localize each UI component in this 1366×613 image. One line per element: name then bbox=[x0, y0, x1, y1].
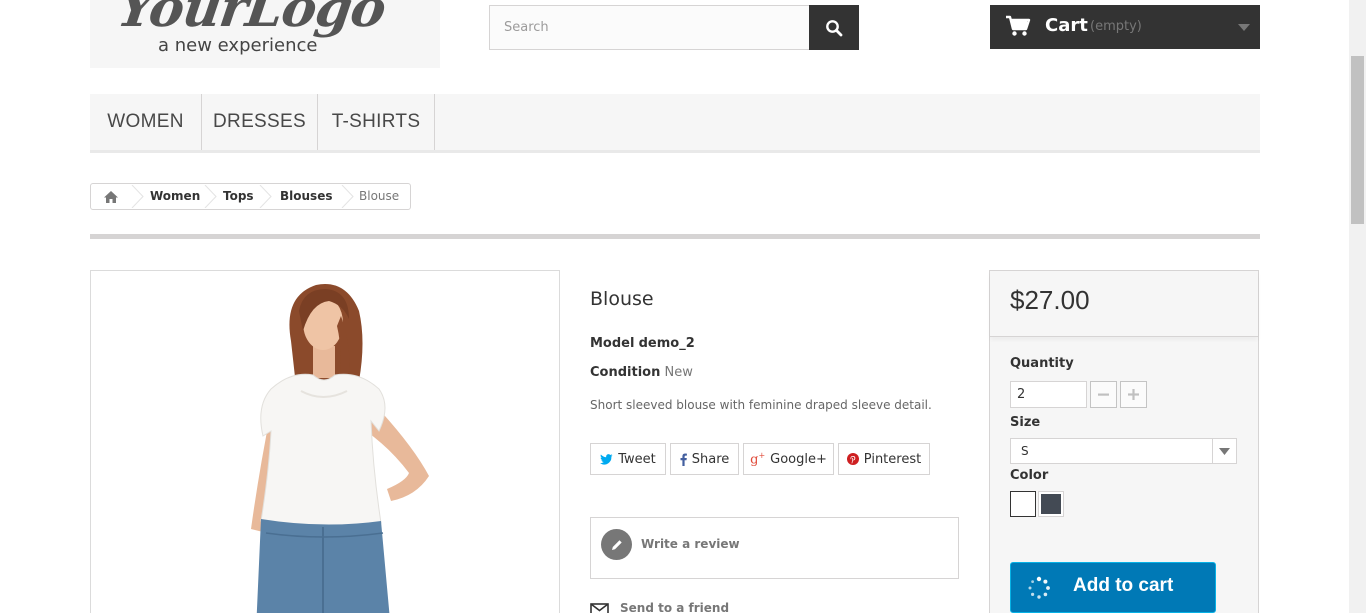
quantity-input[interactable]: 2 bbox=[1010, 381, 1087, 408]
product-image[interactable] bbox=[90, 270, 560, 613]
site-logo[interactable]: YourLogo a new experience bbox=[90, 0, 440, 68]
search-bar bbox=[489, 5, 859, 50]
breadcrumb-separator bbox=[131, 185, 144, 208]
google-plus-icon: g+ bbox=[750, 450, 766, 468]
model-label: Model bbox=[590, 336, 635, 351]
send-to-friend-label: Send to a friend bbox=[620, 601, 730, 613]
write-review-link[interactable]: Write a review bbox=[641, 537, 740, 551]
cart-button[interactable]: Cart (empty) bbox=[990, 5, 1260, 49]
scrollbar-thumb[interactable] bbox=[1351, 56, 1364, 224]
add-to-cart-button[interactable]: Add to cart bbox=[1010, 562, 1216, 613]
breadcrumb-separator bbox=[341, 185, 354, 208]
tweet-label: Tweet bbox=[618, 451, 656, 467]
pinterest-label: Pinterest bbox=[863, 451, 922, 467]
cart-status: (empty) bbox=[1090, 19, 1142, 34]
home-icon bbox=[104, 190, 118, 203]
size-value: S bbox=[1021, 444, 1029, 458]
minus-icon bbox=[1098, 393, 1109, 396]
breadcrumb-separator bbox=[204, 185, 217, 208]
facebook-share-button[interactable]: Share bbox=[670, 443, 739, 475]
color-swatch-white[interactable] bbox=[1010, 491, 1036, 517]
chevron-down-icon bbox=[1238, 24, 1250, 31]
buy-box: $27.00 Quantity 2 Size S Color Add to ca… bbox=[989, 270, 1259, 613]
product-description: Short sleeved blouse with feminine drape… bbox=[590, 398, 932, 412]
menu-item-dresses[interactable]: DRESSES bbox=[202, 94, 318, 150]
facebook-icon bbox=[680, 453, 687, 466]
section-divider bbox=[90, 234, 1260, 239]
quantity-increase-button[interactable] bbox=[1120, 381, 1147, 408]
plus-icon bbox=[1128, 389, 1139, 400]
google-plus-label: Google+ bbox=[770, 451, 827, 467]
main-menu: WOMEN DRESSES T-SHIRTS bbox=[90, 94, 1260, 153]
share-label: Share bbox=[691, 451, 730, 467]
logo-text: YourLogo bbox=[113, 0, 390, 39]
shopping-cart-icon bbox=[1006, 15, 1031, 36]
add-to-cart-label: Add to cart bbox=[1073, 575, 1174, 596]
breadcrumb-item-women[interactable]: Women bbox=[150, 189, 200, 203]
breadcrumb: Women Tops Blouses Blouse bbox=[90, 183, 411, 210]
breadcrumb-home[interactable] bbox=[91, 184, 131, 209]
menu-item-tshirts[interactable]: T-SHIRTS bbox=[318, 94, 435, 150]
search-input[interactable] bbox=[490, 6, 810, 49]
breadcrumb-item-tops[interactable]: Tops bbox=[223, 189, 254, 203]
logo-tagline: a new experience bbox=[158, 35, 318, 56]
color-label: Color bbox=[1010, 468, 1049, 483]
pencil-icon bbox=[601, 529, 632, 560]
product-model: Model demo_2 bbox=[590, 336, 695, 351]
tweet-button[interactable]: Tweet bbox=[590, 443, 666, 475]
twitter-icon bbox=[600, 453, 613, 465]
color-swatch-fill bbox=[1013, 494, 1033, 514]
envelope-icon bbox=[590, 603, 609, 613]
condition-label: Condition bbox=[590, 365, 661, 380]
breadcrumb-current: Blouse bbox=[359, 189, 400, 203]
size-label: Size bbox=[1010, 415, 1041, 430]
search-button[interactable] bbox=[809, 5, 859, 50]
cart-label: Cart bbox=[1045, 15, 1088, 36]
size-select[interactable]: S bbox=[1010, 438, 1237, 464]
write-review-box[interactable]: Write a review bbox=[590, 517, 959, 579]
product-condition: Condition New bbox=[590, 365, 693, 380]
color-swatch-dark[interactable] bbox=[1038, 491, 1064, 517]
pinterest-button[interactable]: Pinterest bbox=[838, 443, 930, 475]
product-title: Blouse bbox=[590, 288, 654, 310]
breadcrumb-separator bbox=[259, 185, 272, 208]
chevron-down-icon bbox=[1212, 439, 1236, 463]
menu-item-women[interactable]: WOMEN bbox=[90, 94, 202, 150]
page-scrollbar[interactable] bbox=[1349, 0, 1366, 613]
model-value: demo_2 bbox=[638, 336, 695, 351]
product-price: $27.00 bbox=[1010, 285, 1090, 315]
google-plus-button[interactable]: g+ Google+ bbox=[743, 443, 834, 475]
price-area: $27.00 bbox=[990, 271, 1258, 337]
color-swatch-fill bbox=[1041, 494, 1061, 514]
condition-value: New bbox=[664, 365, 693, 380]
pinterest-icon bbox=[846, 453, 859, 465]
breadcrumb-item-blouses[interactable]: Blouses bbox=[280, 189, 332, 203]
quantity-label: Quantity bbox=[1010, 356, 1074, 371]
quantity-decrease-button[interactable] bbox=[1090, 381, 1117, 408]
model-photo bbox=[251, 284, 429, 613]
search-icon bbox=[826, 19, 843, 36]
loading-spinner-icon bbox=[1028, 576, 1050, 599]
